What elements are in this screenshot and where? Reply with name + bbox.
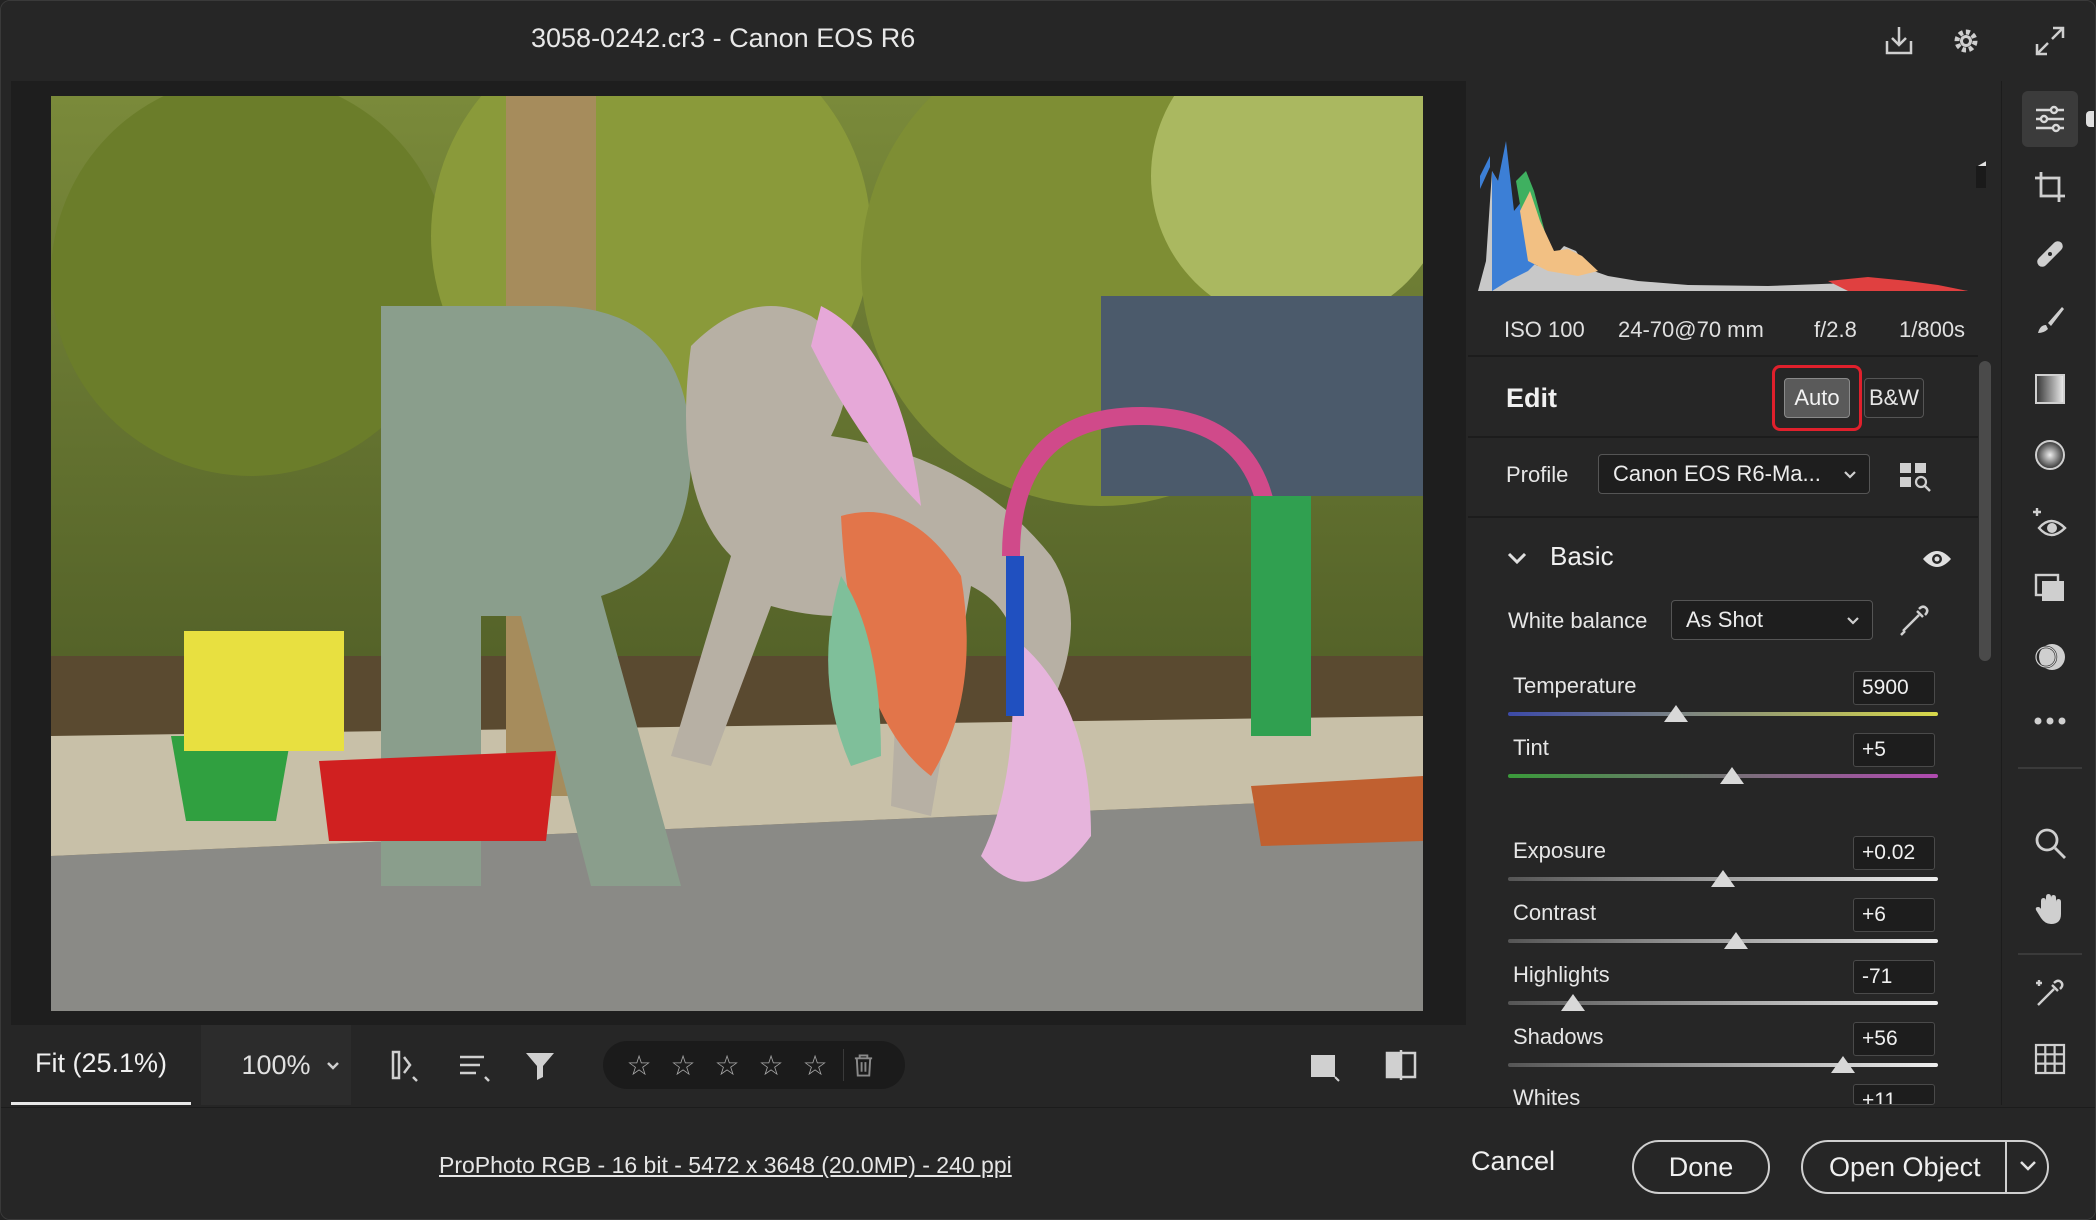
snapshots-icon[interactable] [2022,561,2078,617]
divider [1468,355,1978,357]
filter-icon[interactable] [518,1043,562,1087]
shutter-value: 1/800s [1899,317,1966,342]
profile-value: Canon EOS R6-Ma... [1613,461,1821,486]
single-view-icon[interactable] [1301,1043,1345,1087]
contrast-thumb[interactable] [1723,932,1748,949]
temperature-track[interactable] [1508,712,1938,716]
tool-strip [2001,81,2095,1105]
star-rating: ☆ ☆ ☆ ☆ ☆ [603,1041,905,1089]
tint-label: Tint [1513,735,1549,760]
color-sampler-icon[interactable] [2022,965,2078,1021]
shadows-track[interactable] [1508,1063,1938,1067]
brush-icon[interactable] [2022,293,2078,349]
presets-icon[interactable] [2022,629,2078,685]
temperature-value[interactable]: 5900 [1853,671,1935,705]
highlights-value[interactable]: -71 [1853,960,1935,994]
star-1-icon[interactable]: ☆ [623,1049,655,1081]
open-object-label: Open Object [1829,1151,1981,1182]
profile-browser-icon[interactable] [1898,459,1932,493]
divider [2018,767,2082,769]
chevron-down-icon [1844,609,1862,635]
zoom-icon[interactable] [2022,815,2078,871]
star-4-icon[interactable]: ☆ [755,1049,787,1081]
exposure-value[interactable]: +0.02 [1853,836,1935,870]
profile-label: Profile [1506,462,1569,487]
iso-value: ISO 100 [1504,317,1585,342]
grid-icon[interactable] [2022,1031,2078,1087]
divider [1468,516,1978,518]
lens-value: 24-70@70 mm [1618,317,1764,342]
active-tool-indicator [2086,111,2094,127]
histogram: ISO 100 24-70@70 mm f/2.8 1/800s [1468,81,2002,342]
eye-icon[interactable] [1921,543,1955,577]
bw-button[interactable]: B&W [1864,378,1924,418]
photo-preview[interactable] [51,96,1423,1011]
star-5-icon[interactable]: ☆ [799,1049,831,1081]
exposure-thumb[interactable] [1711,870,1735,887]
image-preview-area [11,81,1466,1025]
tint-thumb[interactable] [1719,767,1744,784]
open-object-button[interactable]: Open Object [1801,1140,2049,1194]
shadows-value[interactable]: +56 [1853,1022,1935,1056]
footer-bar: ProPhoto RGB - 16 bit - 5472 x 3648 (20.… [1,1107,2095,1219]
trash-icon[interactable] [843,1049,875,1081]
cancel-button[interactable]: Cancel [1471,1146,1555,1177]
preview-toolbar: Fit (25.1%) 100% ☆ ☆ ☆ ☆ ☆ [11,1025,1466,1105]
crop-icon[interactable] [2022,159,2078,215]
star-3-icon[interactable]: ☆ [711,1049,743,1081]
done-button[interactable]: Done [1632,1140,1770,1194]
chevron-down-icon[interactable] [2015,1152,2041,1185]
whites-value[interactable]: +11 [1853,1084,1935,1105]
white-balance-value: As Shot [1686,607,1764,632]
chevron-down-icon[interactable] [1504,545,1534,575]
profile-dropdown[interactable]: Canon EOS R6-Ma... [1598,454,1870,494]
temperature-label: Temperature [1513,673,1637,698]
divider [2018,953,2082,955]
highlights-thumb[interactable] [1560,994,1585,1011]
basic-section-title[interactable]: Basic [1550,541,1614,572]
contrast-label: Contrast [1513,900,1597,925]
more-icon[interactable] [2022,693,2078,749]
temperature-thumb[interactable] [1663,705,1688,722]
divider [1468,436,1978,438]
before-after-icon[interactable] [1379,1043,1423,1087]
zoom-fit-button[interactable]: Fit (25.1%) [11,1025,191,1105]
eyedropper-icon[interactable] [1895,601,1935,641]
contrast-value[interactable]: +6 [1853,898,1935,932]
auto-button[interactable]: Auto [1784,378,1850,418]
aperture-value: f/2.8 [1814,317,1857,342]
edit-sliders-icon[interactable] [2022,91,2078,147]
highlights-label: Highlights [1513,962,1610,987]
divider [2005,1142,2007,1192]
filmstrip-icon[interactable] [381,1043,425,1087]
radial-gradient-icon[interactable] [2022,427,2078,483]
panel-scrollbar[interactable] [1979,361,1991,661]
shadows-thumb[interactable] [1831,1056,1856,1073]
highlight-clip-box [1976,166,2002,188]
white-balance-label: White balance [1508,608,1648,633]
expand-icon[interactable] [2028,19,2072,63]
gear-icon[interactable] [1944,19,1988,63]
title-bar: 3058-0242.cr3 - Canon EOS R6 [1,1,2095,81]
linear-gradient-icon[interactable] [2022,361,2078,417]
clipping-shadow-icon [1480,156,1490,189]
edit-panel: ISO 100 24-70@70 mm f/2.8 1/800s Edit Au… [1468,81,2002,1110]
star-2-icon[interactable]: ☆ [667,1049,699,1081]
sort-icon[interactable] [451,1043,495,1087]
download-icon[interactable] [1877,19,1921,63]
shadows-label: Shadows [1513,1024,1604,1049]
hand-icon[interactable] [2022,881,2078,937]
camera-raw-window: 3058-0242.cr3 - Canon EOS R6 Fit (25.1%)… [0,0,2096,1220]
edit-title: Edit [1506,383,1557,413]
tint-value[interactable]: +5 [1853,733,1935,767]
healing-icon[interactable] [2022,226,2078,282]
zoom-dropdown-chevron-icon[interactable] [311,1025,355,1105]
red-eye-icon[interactable] [2022,495,2078,551]
white-balance-dropdown[interactable]: As Shot [1671,600,1873,640]
window-title: 3058-0242.cr3 - Canon EOS R6 [531,23,916,53]
exposure-label: Exposure [1513,838,1606,863]
chevron-down-icon [1841,463,1859,489]
workflow-options-link[interactable]: ProPhoto RGB - 16 bit - 5472 x 3648 (20.… [439,1152,1012,1179]
